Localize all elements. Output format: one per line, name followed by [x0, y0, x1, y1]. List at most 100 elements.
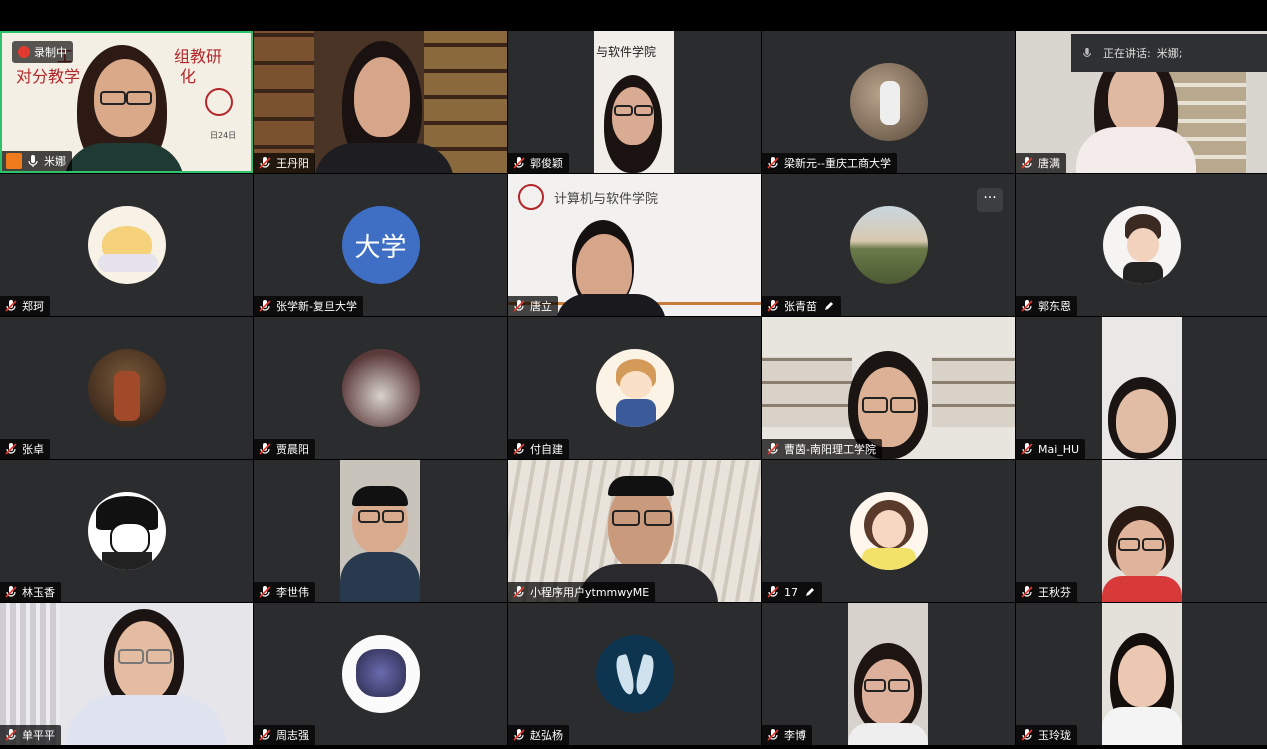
shirt	[848, 723, 928, 745]
avatar-figure	[879, 81, 900, 125]
participant-name: 米娜	[44, 155, 66, 168]
avatar	[341, 635, 420, 713]
participant-tile[interactable]: 张卓	[0, 317, 253, 459]
face	[1116, 389, 1168, 453]
participant-tile[interactable]: 曹茵-南阳理工学院	[762, 317, 1015, 459]
mic-muted-icon	[513, 586, 525, 598]
participant-tile[interactable]: 李世伟	[254, 460, 507, 602]
name-label: 米娜	[2, 151, 72, 171]
name-label: 付自建	[508, 439, 569, 459]
avatar-wing	[632, 653, 657, 697]
avatar-body	[101, 552, 152, 570]
mic-muted-icon	[1021, 300, 1033, 312]
participant-name: 郑珂	[22, 300, 44, 313]
glasses	[126, 91, 152, 105]
participant-name: 唐立	[530, 300, 552, 313]
participant-tile[interactable]: 正在讲话: 米娜; 唐满	[1016, 31, 1267, 173]
glasses	[862, 397, 888, 413]
participant-name: 玉玲珑	[1038, 729, 1071, 742]
participant-name: 张青苗	[784, 300, 817, 313]
speaking-prefix: 正在讲话:	[1103, 47, 1151, 60]
recording-label: 录制中	[34, 46, 67, 59]
curtain	[0, 603, 60, 745]
participant-tile[interactable]: 周志强	[254, 603, 507, 745]
video-feed: 与软件学院	[594, 31, 674, 173]
sweater	[1076, 127, 1196, 173]
name-label: 林玉香	[0, 582, 61, 602]
participant-tile[interactable]: 大学 张学新-复旦大学	[254, 174, 507, 316]
participant-tile[interactable]: 林玉香	[0, 460, 253, 602]
name-label: 贾晨阳	[254, 439, 315, 459]
glasses	[890, 397, 916, 413]
glasses	[382, 510, 404, 523]
participant-name: 单平平	[22, 729, 55, 742]
slide-text: 计算机与软件学院	[554, 192, 659, 207]
avatar-figure	[355, 649, 406, 697]
avatar	[595, 635, 674, 713]
participant-name: 郭俊颖	[530, 157, 563, 170]
name-label: 李博	[762, 725, 812, 745]
participant-tile[interactable]: 郑珂	[0, 174, 253, 316]
participant-name: 郭东恩	[1038, 300, 1071, 313]
mic-muted-icon	[767, 586, 779, 598]
participant-tile[interactable]: 梁新元--重庆工商大学	[762, 31, 1015, 173]
participant-tile[interactable]: ··· 张青苗	[762, 174, 1015, 316]
participant-tile[interactable]: 贾晨阳	[254, 317, 507, 459]
name-label: 张学新-复旦大学	[254, 296, 363, 316]
recording-indicator[interactable]: 录制中	[12, 41, 73, 63]
name-label: 张卓	[0, 439, 50, 459]
participant-tile[interactable]: 小程序用户ytmmwyME	[508, 460, 761, 602]
avatar-face	[109, 522, 150, 556]
glasses	[100, 91, 126, 105]
avatar	[849, 206, 928, 284]
participant-tile[interactable]: 王丹阳	[254, 31, 507, 173]
mic-muted-icon	[1021, 729, 1033, 741]
shirt	[1102, 707, 1182, 745]
participant-name: 王秋芬	[1038, 586, 1071, 599]
participant-tile[interactable]: 玉玲珑	[1016, 603, 1267, 745]
participant-grid: 工 组教研 对分教学 化 日24日 录制中 米娜	[0, 31, 1267, 747]
participant-tile[interactable]: 付自建	[508, 317, 761, 459]
avatar: 大学	[341, 206, 420, 284]
glasses	[644, 510, 672, 526]
mic-muted-icon	[5, 729, 17, 741]
jacket	[66, 695, 226, 745]
avatar-body	[615, 399, 656, 427]
participant-tile[interactable]: 郭东恩	[1016, 174, 1267, 316]
participant-tile[interactable]: 单平平	[0, 603, 253, 745]
glasses	[118, 649, 144, 664]
more-options-button[interactable]: ···	[977, 188, 1003, 212]
participant-tile[interactable]: Mai_HU	[1016, 317, 1267, 459]
name-label: 王秋芬	[1016, 582, 1077, 602]
participant-tile[interactable]: 计算机与软件学院 唐立	[508, 174, 761, 316]
face	[612, 87, 654, 145]
participant-tile[interactable]: 李博	[762, 603, 1015, 745]
mic-muted-icon	[259, 586, 271, 598]
glasses	[612, 510, 640, 526]
pencil-icon	[806, 588, 814, 596]
glasses	[1142, 538, 1164, 551]
participant-tile[interactable]: 17	[762, 460, 1015, 602]
slide-text: 对分教学	[16, 67, 81, 86]
video-feed	[508, 460, 761, 602]
mic-muted-icon	[259, 157, 271, 169]
avatar	[849, 492, 928, 570]
glasses	[888, 679, 910, 692]
participant-tile[interactable]: 王秋芬	[1016, 460, 1267, 602]
shirt	[314, 143, 454, 173]
participant-tile[interactable]: 与软件学院 郭俊颖	[508, 31, 761, 173]
face	[1108, 61, 1164, 135]
video-feed	[1102, 317, 1182, 459]
mic-muted-icon	[767, 729, 779, 741]
mic-muted-icon	[1021, 443, 1033, 455]
participant-tile[interactable]: 赵弘杨	[508, 603, 761, 745]
shirt	[64, 143, 184, 171]
participant-tile[interactable]: 工 组教研 对分教学 化 日24日 录制中 米娜	[0, 31, 253, 173]
name-label: 李世伟	[254, 582, 315, 602]
avatar	[87, 492, 166, 570]
mic-muted-icon	[5, 586, 17, 598]
name-label: 郑珂	[0, 296, 50, 316]
bookshelf	[254, 31, 314, 173]
recording-icon	[18, 46, 30, 58]
top-bar	[0, 0, 1267, 31]
